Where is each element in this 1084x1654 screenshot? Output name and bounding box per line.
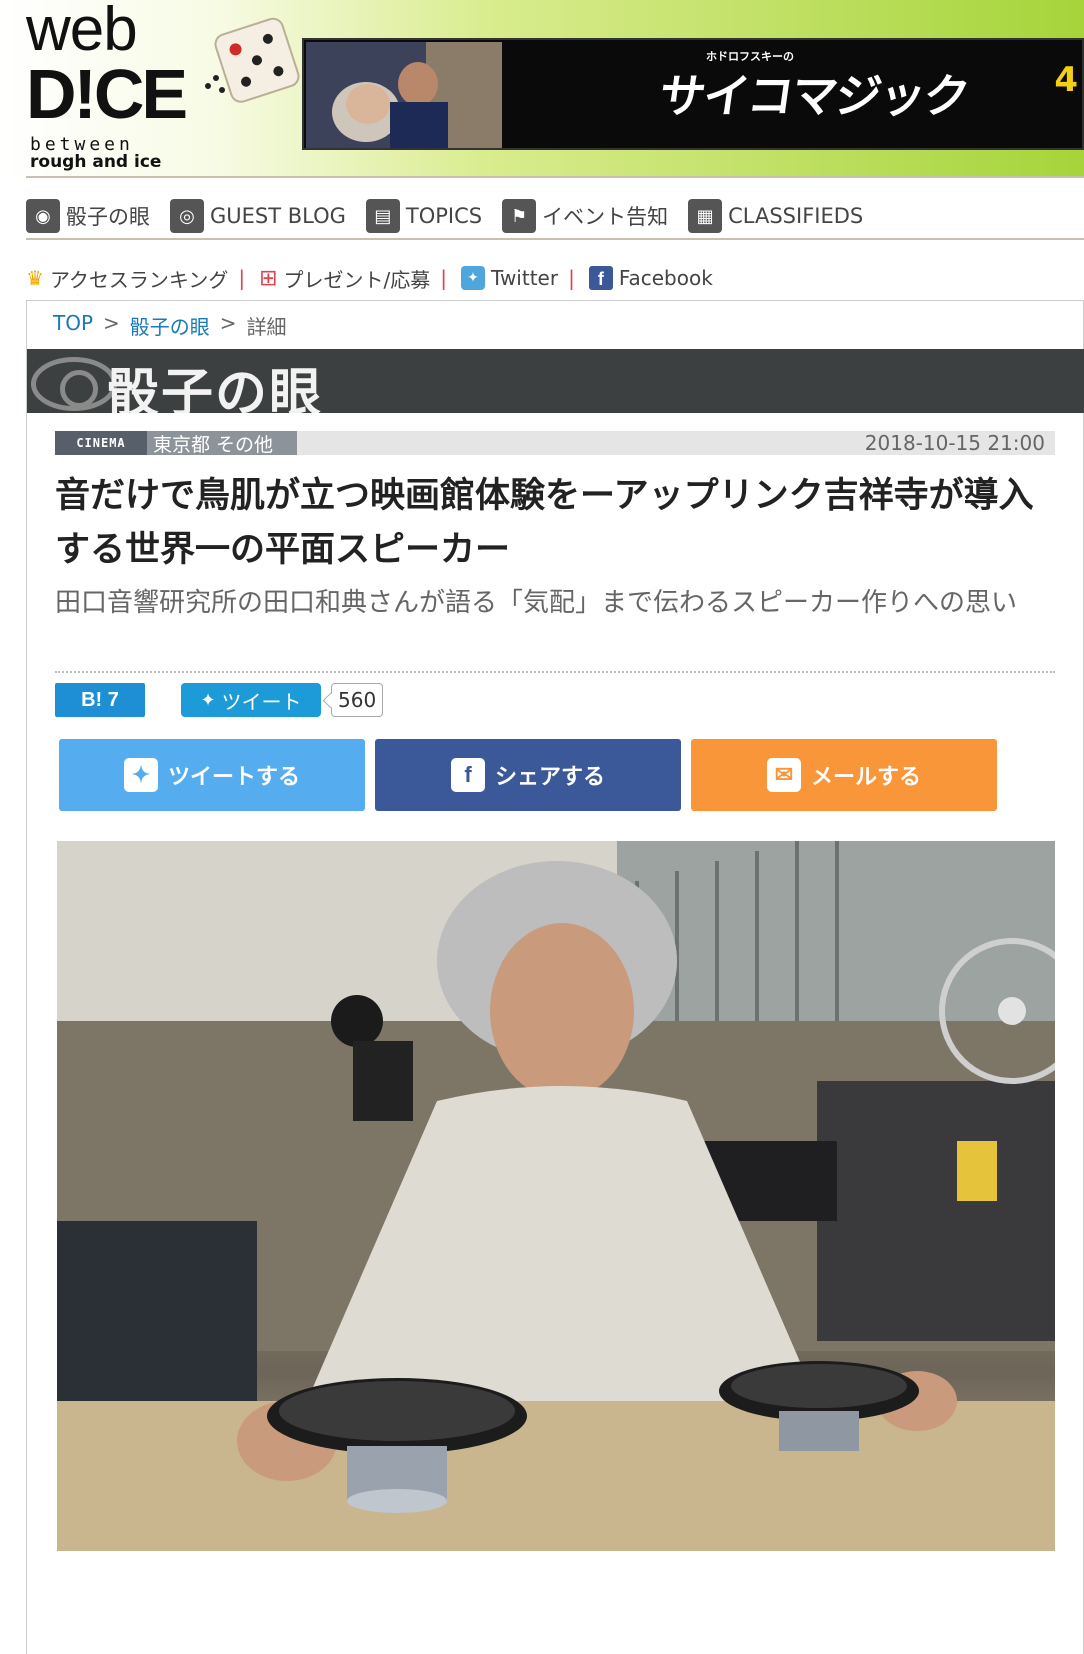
divider (26, 176, 1084, 178)
nav-label: GUEST BLOG (210, 204, 346, 228)
site-header: web D!CE between rough and ice ホドロフスキーの … (0, 0, 1084, 176)
subnav-label: Twitter (491, 266, 559, 290)
nav-label: イベント告知 (542, 205, 669, 229)
share-counts: B! 7 ✦ ツイート 560 (55, 683, 384, 717)
section-title: 骰子の眼 (107, 364, 324, 413)
bird-icon: ✦ (200, 689, 216, 711)
article-subtitle: 田口音響研究所の田口和典さんが語る「気配」まで伝わるスピーカー作りへの思い (55, 588, 1018, 618)
share-twitter-button[interactable]: ✦ ツイートする (59, 739, 365, 811)
location-badge[interactable]: 東京都 その他 (147, 431, 297, 456)
logo-dice-text: D!CE (26, 55, 188, 133)
board-icon: ▦ (688, 199, 723, 233)
breadcrumb-section[interactable]: 骰子の眼 (130, 311, 210, 340)
separator: | (238, 266, 246, 290)
nav-item-classifieds[interactable]: ▦ CLASSIFIEDS (688, 199, 863, 233)
breadcrumb-separator: > (103, 311, 120, 335)
twitter-icon: ✦ (461, 266, 486, 290)
share-facebook-button[interactable]: f シェアする (375, 739, 681, 811)
gift-icon: ⊞ (259, 265, 278, 291)
breadcrumb: TOP > 骰子の眼 > 詳細 (53, 311, 287, 340)
ad-banner[interactable]: ホドロフスキーの サイコマジック 4 (302, 38, 1084, 150)
banner-edge-text: 4 (1054, 60, 1078, 100)
divider (55, 671, 1055, 673)
site-logo[interactable]: web D!CE between rough and ice (26, 0, 300, 172)
tweet-count: 560 (331, 683, 384, 717)
breadcrumb-separator: > (219, 311, 237, 335)
mail-icon: ✉ (766, 758, 801, 792)
category-badge[interactable]: CINEMA (55, 431, 147, 455)
section-header: 骰子の眼 (27, 349, 1084, 413)
guest-icon: ◎ (170, 199, 204, 233)
facebook-icon: f (588, 266, 613, 290)
logo-rough-text: rough and ice (30, 152, 162, 172)
nav-item-dice-eye[interactable]: ◉ 骰子の眼 (26, 199, 150, 233)
eye-icon: ◉ (26, 199, 60, 233)
breadcrumb-current: 詳細 (246, 315, 287, 339)
article-title: 音だけで鳥肌が立つ映画館体験をーアップリンク吉祥寺が導入する世界一の平面スピーカ… (55, 476, 1034, 570)
nav-label: TOPICS (405, 204, 483, 228)
main-nav: ◉ 骰子の眼 ◎ GUEST BLOG ▤ TOPICS ⚑ イベント告知 ▦ … (26, 198, 883, 234)
article-container: TOP > 骰子の眼 > 詳細 骰子の眼 CINEMA 東京都 その他 2018… (26, 300, 1084, 1654)
subnav-facebook[interactable]: f Facebook (588, 266, 713, 290)
sub-nav: ♛ アクセスランキング | ⊞ プレゼント/応募 | ✦ Twitter | f… (26, 262, 713, 294)
nav-label: 骰子の眼 (66, 205, 150, 229)
hatena-bookmark-button[interactable]: B! 7 (55, 683, 145, 717)
tweet-label: ツイート (221, 689, 302, 714)
divider (26, 238, 1084, 240)
nav-item-guest-blog[interactable]: ◎ GUEST BLOG (170, 199, 346, 233)
nav-item-topics[interactable]: ▤ TOPICS (365, 199, 483, 233)
subnav-ranking[interactable]: ♛ アクセスランキング (26, 264, 228, 293)
facebook-icon: f (450, 758, 485, 792)
banner-photo (306, 42, 502, 148)
article-photo (57, 841, 1055, 1551)
tweet-button[interactable]: ✦ ツイート (181, 683, 321, 717)
flag-icon: ⚑ (502, 199, 537, 233)
nav-item-events[interactable]: ⚑ イベント告知 (502, 199, 668, 233)
article-meta: CINEMA 東京都 その他 2018-10-15 21:00 (55, 431, 1055, 456)
dice-icon (205, 17, 300, 103)
briefcase-icon: ▤ (365, 199, 400, 233)
share-mail-button[interactable]: ✉ メールする (691, 739, 997, 811)
share-twitter-label: ツイートする (167, 765, 300, 790)
nav-label: CLASSIFIEDS (728, 204, 864, 228)
article-photo-art (57, 841, 1055, 1551)
separator: | (568, 266, 575, 290)
subnav-twitter[interactable]: ✦ Twitter (461, 266, 558, 290)
banner-title: サイコマジック (655, 69, 972, 123)
share-facebook-label: シェアする (494, 765, 605, 790)
crown-icon: ♛ (26, 266, 44, 290)
subnav-label: Facebook (618, 266, 713, 290)
article-date: 2018-10-15 21:00 (864, 431, 1045, 455)
subnav-label: アクセスランキング (49, 267, 229, 292)
twitter-icon: ✦ (123, 758, 158, 792)
separator: | (440, 266, 448, 290)
subnav-label: プレゼント/応募 (283, 267, 431, 292)
share-mail-label: メールする (810, 765, 921, 790)
breadcrumb-top[interactable]: TOP (53, 311, 93, 340)
subnav-present[interactable]: ⊞ プレゼント/応募 (259, 264, 430, 293)
eye-icon (31, 357, 117, 411)
